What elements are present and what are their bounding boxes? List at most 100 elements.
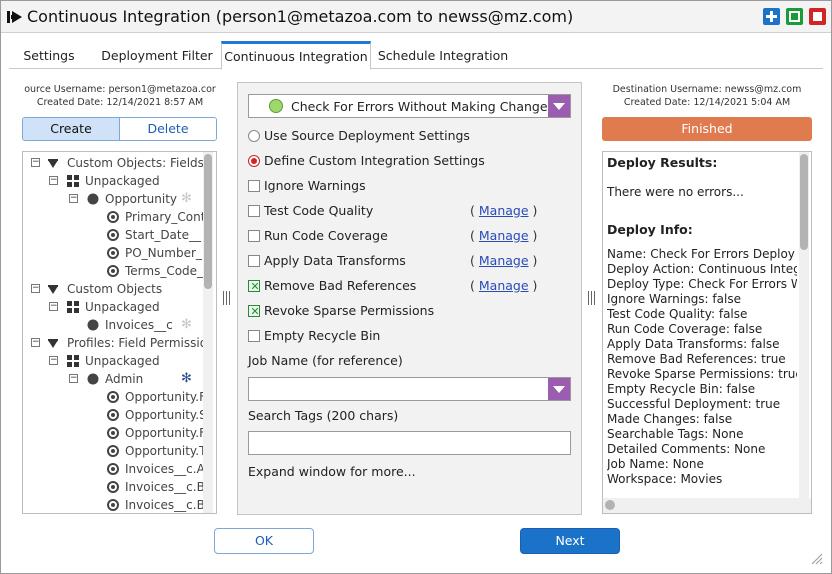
checkbox-icon[interactable] <box>248 205 260 217</box>
tree-item-label: Primary_Cont <box>125 210 206 224</box>
manage-group: ( Manage ) <box>470 278 538 293</box>
tree-item-label: Opportunity.F <box>125 426 207 440</box>
manage-remove-bad-references-link[interactable]: Manage <box>479 278 529 293</box>
no-errors-text: There were no errors... <box>607 185 744 199</box>
tab-continuous-integration[interactable]: Continuous Integration <box>221 41 371 70</box>
collapse-icon[interactable]: − <box>69 374 78 383</box>
search-tags-input[interactable] <box>248 431 571 455</box>
radio-selected-icon[interactable] <box>248 155 260 167</box>
tab-schedule-integration[interactable]: Schedule Integration <box>375 41 511 69</box>
results-horizontal-scrollbar[interactable] <box>603 498 811 513</box>
deploy-info-line: Name: Check For Errors Deploy F <box>607 247 797 261</box>
radio-icon <box>107 211 119 223</box>
tree-item[interactable]: Invoices__c.A <box>23 460 205 478</box>
object-icon <box>48 339 58 348</box>
checkbox-icon[interactable] <box>248 330 260 342</box>
ok-button[interactable]: OK <box>214 528 314 554</box>
tree-item[interactable]: Opportunity.F <box>23 388 206 406</box>
collapse-icon[interactable]: − <box>69 194 78 203</box>
close-button[interactable] <box>809 8 826 25</box>
tree-item[interactable]: − Unpackaged <box>23 352 203 370</box>
checkbox-icon[interactable] <box>248 255 260 267</box>
job-name-select[interactable] <box>248 377 571 401</box>
tree-item[interactable]: Opportunity.S <box>23 406 207 424</box>
tree-item[interactable]: − Unpackaged <box>23 172 203 190</box>
tree-item[interactable]: − Admin ✻ <box>23 370 203 388</box>
search-tags-label: Search Tags (200 chars) <box>248 408 399 423</box>
tree-item[interactable]: Opportunity.T <box>23 442 207 460</box>
tree-item[interactable]: Invoices__c.B <box>23 496 205 513</box>
deploy-info-line: Deploy Action: Continuous Integ <box>607 262 797 276</box>
tree-item[interactable]: Terms_Code_ <box>23 262 203 280</box>
asterisk-icon: ✻ <box>181 371 192 386</box>
scrollbar-thumb[interactable] <box>204 154 212 289</box>
chevron-down-icon[interactable] <box>548 95 570 117</box>
radio-label: Define Custom Integration Settings <box>264 153 485 168</box>
tree-item-label: Profiles: Field Permissio <box>67 336 208 350</box>
tab-settings[interactable]: Settings <box>15 41 83 69</box>
deploy-results-pane: Deploy Results: There were no errors... … <box>602 151 812 514</box>
deploy-results-heading: Deploy Results: <box>607 155 718 170</box>
tree-scrollbar[interactable] <box>203 152 213 513</box>
results-vertical-scrollbar[interactable] <box>799 152 809 498</box>
right-splitter-handle[interactable] <box>588 291 598 305</box>
create-delete-toggle: Create Delete <box>22 117 217 141</box>
manage-apply-data-transforms-link[interactable]: Manage <box>479 253 529 268</box>
collapse-icon[interactable]: − <box>49 356 58 365</box>
deploy-action-value: Check For Errors Without Making Changes <box>291 99 555 114</box>
collapse-icon[interactable]: − <box>31 158 40 167</box>
tree-item-label: Opportunity.T <box>125 444 207 458</box>
next-button[interactable]: Next <box>520 528 620 554</box>
tree-item[interactable]: − Opportunity ✻ <box>23 190 203 208</box>
collapse-icon[interactable]: − <box>49 302 58 311</box>
empty-recycle-bin-checkbox[interactable]: Empty Recycle Bin <box>248 327 568 345</box>
tree-item[interactable]: − Profiles: Field Permissio <box>23 334 207 352</box>
collapse-icon[interactable]: − <box>49 176 58 185</box>
checkbox-icon[interactable] <box>248 230 260 242</box>
left-splitter-handle[interactable] <box>223 291 233 305</box>
scrollbar-thumb[interactable] <box>800 154 808 250</box>
package-icon <box>67 175 79 187</box>
revoke-sparse-permissions-checkbox[interactable]: Revoke Sparse Permissions <box>248 302 568 321</box>
radio-icon <box>107 247 119 259</box>
delete-button[interactable]: Delete <box>119 118 216 140</box>
tree-item[interactable]: Invoices__c ✻ <box>23 316 203 334</box>
checkbox-label: Apply Data Transforms <box>264 253 406 268</box>
tree-item[interactable]: PO_Number_ <box>23 244 203 262</box>
checkbox-checked-icon[interactable] <box>248 303 261 321</box>
radio-icon <box>107 229 119 241</box>
collapse-icon[interactable]: − <box>31 284 40 293</box>
resize-grip-icon[interactable] <box>809 551 823 565</box>
radio-icon[interactable] <box>248 130 260 142</box>
tree-item[interactable]: − Custom Objects <box>23 280 203 298</box>
destination-created-date: Created Date: 12/14/2021 5:04 AM <box>623 97 791 108</box>
tree-item[interactable]: Start_Date__ <box>23 226 203 244</box>
manage-test-code-quality-link[interactable]: Manage <box>479 203 529 218</box>
asterisk-icon: ✻ <box>181 191 192 206</box>
tree-item[interactable]: Opportunity.F <box>23 424 207 442</box>
tree-item-label: Unpackaged <box>85 354 160 368</box>
deploy-action-select[interactable]: Check For Errors Without Making Changes <box>248 94 571 118</box>
tree-item[interactable]: Invoices__c.B <box>23 478 205 496</box>
collapse-icon[interactable]: − <box>31 338 40 347</box>
checkbox-checked-icon[interactable] <box>248 278 261 296</box>
manage-run-code-coverage-link[interactable]: Manage <box>479 228 529 243</box>
radio-icon <box>107 499 119 511</box>
run-code-coverage-checkbox[interactable]: Run Code Coverage ( Manage ) <box>248 227 568 245</box>
checkbox-icon[interactable] <box>248 180 260 192</box>
create-button[interactable]: Create <box>23 118 119 140</box>
ignore-warnings-checkbox[interactable]: Ignore Warnings <box>248 177 568 195</box>
tree-item-label: Unpackaged <box>85 174 160 188</box>
restore-button[interactable] <box>786 8 803 25</box>
test-code-quality-checkbox[interactable]: Test Code Quality ( Manage ) <box>248 202 568 220</box>
tab-deployment-filter[interactable]: Deployment Filter <box>93 41 221 69</box>
scrollbar-thumb[interactable] <box>605 500 615 510</box>
chevron-down-icon[interactable] <box>548 378 570 400</box>
remove-bad-references-checkbox[interactable]: Remove Bad References ( Manage ) <box>248 277 568 296</box>
apply-data-transforms-checkbox[interactable]: Apply Data Transforms ( Manage ) <box>248 252 568 270</box>
tree-item[interactable]: − Custom Objects: Fields <box>23 154 204 172</box>
maximize-button[interactable] <box>763 8 780 25</box>
tree-item[interactable]: − Unpackaged <box>23 298 203 316</box>
tree-item[interactable]: Primary_Cont <box>23 208 206 226</box>
tree-item-label: Unpackaged <box>85 300 160 314</box>
